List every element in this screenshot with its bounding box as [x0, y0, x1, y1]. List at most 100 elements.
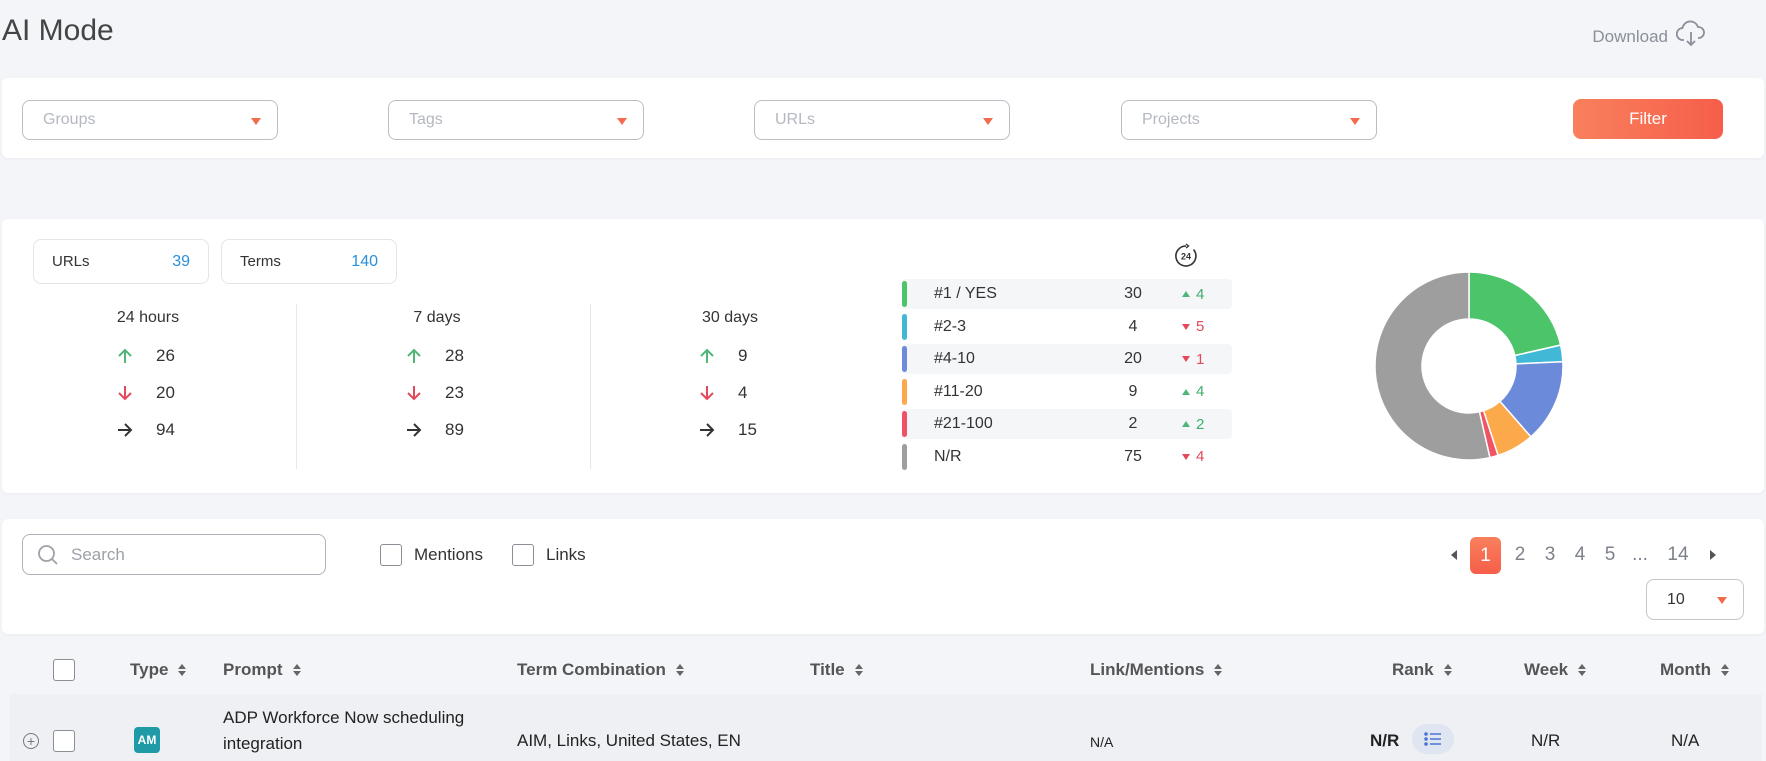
ai-mode-type-icon: AM — [134, 727, 160, 753]
mentions-checkbox-box[interactable] — [380, 544, 402, 566]
rank-value: 75 — [1124, 447, 1142, 465]
per-page-value: 10 — [1667, 591, 1685, 608]
mentions-label: Mentions — [414, 545, 483, 564]
rank-details-button[interactable] — [1412, 724, 1454, 754]
page-1-button[interactable]: 1 — [1470, 536, 1501, 574]
arrow-down-icon — [698, 384, 716, 402]
next-page-button[interactable] — [1701, 550, 1725, 560]
title-column-header[interactable]: Title — [810, 660, 863, 680]
rank-color-bar — [902, 378, 907, 405]
rank-change: 1 — [1182, 351, 1204, 368]
rank-column-header[interactable]: Rank — [1392, 660, 1452, 680]
table-row[interactable]: + AM ADP Workforce Now scheduling integr… — [10, 694, 1762, 761]
rank-value: 9 — [1128, 382, 1138, 400]
arrow-up-icon — [116, 347, 134, 365]
links-header-label: Link/Mentions — [1090, 660, 1205, 679]
rank-color-bar — [902, 313, 907, 340]
rank-label: #21-100 — [934, 415, 993, 433]
term-header-label: Term Combination — [517, 660, 666, 679]
donut-slice-1-yes[interactable] — [1468, 271, 1562, 357]
caret-down-icon — [251, 118, 261, 125]
pagination: 1 2 3 4 5 ... 14 — [1442, 536, 1725, 574]
prompt-text-line2: integration — [223, 734, 303, 753]
links-column-header[interactable]: Link/Mentions — [1090, 660, 1223, 680]
triangle-up-icon — [1182, 421, 1190, 428]
rank-label: #1 / YES — [934, 285, 997, 302]
links-checkbox[interactable]: Links — [512, 544, 586, 566]
caret-right-icon — [1710, 550, 1716, 560]
up-count: 26 — [156, 345, 175, 365]
page-4-button[interactable]: 4 — [1565, 544, 1595, 566]
up-count: 28 — [445, 345, 464, 365]
rank-label: #11-20 — [934, 382, 983, 400]
urls-count-value: 39 — [172, 252, 190, 270]
page-ellipsis: ... — [1632, 544, 1648, 565]
rank-row: #21-100 2 2 — [902, 409, 1232, 440]
rank-value: 20 — [1124, 350, 1142, 368]
prompt-cell: ADP Workforce Now scheduling integration — [223, 705, 464, 757]
sort-icon — [1443, 664, 1452, 676]
period-30d: 30 days 9 4 15 — [584, 309, 876, 448]
term-column-header[interactable]: Term Combination — [517, 660, 684, 680]
rank-change: 4 — [1182, 448, 1204, 465]
filter-panel: Groups Tags URLs Projects Filter — [2, 78, 1764, 158]
rank-row: #2-3 4 5 — [902, 312, 1232, 342]
rank-change-value: 4 — [1196, 383, 1205, 401]
urls-select[interactable]: URLs — [754, 100, 1010, 140]
terms-count-pill: Terms 140 — [221, 239, 397, 284]
sort-icon — [854, 664, 863, 676]
tags-select[interactable]: Tags — [388, 100, 644, 140]
down-count: 20 — [156, 382, 175, 402]
sort-icon — [1720, 664, 1729, 676]
page-5-button[interactable]: 5 — [1595, 544, 1625, 566]
month-header-label: Month — [1660, 660, 1711, 679]
rank-value: 30 — [1124, 285, 1142, 302]
groups-select[interactable]: Groups — [22, 100, 278, 140]
clock-24h-icon[interactable]: 24 — [1173, 243, 1199, 269]
expand-row-icon[interactable]: + — [23, 733, 39, 749]
page-2-button[interactable]: 2 — [1505, 544, 1535, 566]
per-page-select[interactable]: 10 — [1646, 579, 1744, 620]
mentions-checkbox[interactable]: Mentions — [380, 544, 483, 566]
prompt-text-line1: ADP Workforce Now scheduling — [223, 708, 465, 727]
link-mentions-cell: N/A — [1090, 734, 1114, 750]
week-header-label: Week — [1524, 660, 1569, 679]
rank-distribution-table: #1 / YES 30 4 #2-3 4 5 #4-10 20 1 #11-20 9 4 #21-100… — [902, 279, 1232, 475]
rank-cell: N/R — [1370, 731, 1400, 750]
rank-change: 2 — [1182, 416, 1204, 433]
page-3-button[interactable]: 3 — [1535, 544, 1565, 566]
sort-icon — [1214, 664, 1223, 676]
row-checkbox[interactable] — [53, 730, 75, 752]
links-label: Links — [546, 545, 586, 564]
rank-color-bar — [902, 411, 907, 438]
page-title: AI Mode — [2, 14, 114, 47]
arrow-up-icon — [405, 347, 423, 365]
rank-label: N/R — [934, 447, 962, 465]
rank-color-bar — [902, 346, 907, 373]
arrow-right-icon — [405, 421, 423, 439]
projects-select[interactable]: Projects — [1121, 100, 1377, 140]
select-all-checkbox[interactable] — [53, 659, 75, 681]
prev-page-button[interactable] — [1442, 550, 1466, 560]
triangle-down-icon — [1182, 356, 1190, 363]
search-input[interactable] — [71, 544, 291, 565]
period-label: 7 days — [413, 309, 461, 326]
download-button[interactable]: Download — [1592, 20, 1706, 53]
search-field[interactable] — [22, 534, 326, 575]
page-14-button[interactable]: 14 — [1655, 544, 1701, 566]
filter-button[interactable]: Filter — [1573, 99, 1723, 139]
rank-value: 4 — [1128, 317, 1138, 335]
prompt-column-header[interactable]: Prompt — [223, 660, 301, 680]
sort-icon — [675, 664, 684, 676]
type-column-header[interactable]: Type — [130, 660, 187, 680]
rank-label: #4-10 — [934, 350, 975, 368]
rank-change: 4 — [1182, 286, 1204, 303]
week-column-header[interactable]: Week — [1524, 660, 1587, 680]
rank-change-value: 5 — [1196, 318, 1205, 336]
month-column-header[interactable]: Month — [1660, 660, 1729, 680]
triangle-down-icon — [1182, 453, 1190, 460]
links-checkbox-box[interactable] — [512, 544, 534, 566]
period-7d: 7 days 28 23 89 — [291, 309, 583, 448]
type-header-label: Type — [130, 660, 169, 679]
rank-value: 2 — [1128, 415, 1138, 433]
